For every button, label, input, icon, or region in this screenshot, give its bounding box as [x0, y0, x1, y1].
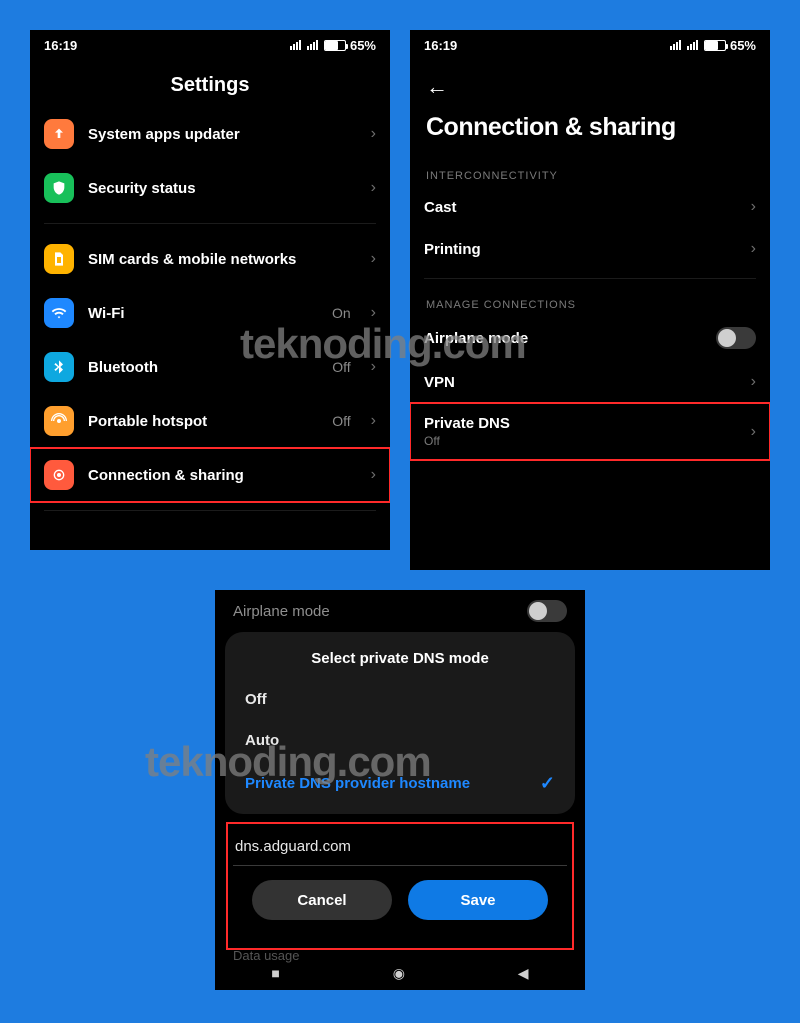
- row-label: Portable hotspot: [88, 413, 318, 430]
- recent-apps-icon[interactable]: ■: [271, 965, 279, 981]
- settings-screen: 16:19 65% Settings System apps updater ›…: [30, 30, 390, 550]
- arrow-up-icon: [44, 119, 74, 149]
- battery-icon: [324, 40, 346, 51]
- wifi-icon: [44, 298, 74, 328]
- settings-row-security-status[interactable]: Security status ›: [30, 161, 390, 215]
- row-airplane-mode[interactable]: Airplane mode: [410, 315, 770, 361]
- chevron-right-icon: ›: [371, 125, 376, 143]
- dns-option-hostname[interactable]: Private DNS provider hostname ✓: [243, 761, 557, 806]
- section-label: MANAGE CONNECTIONS: [410, 287, 770, 315]
- settings-row-system-apps-updater[interactable]: System apps updater ›: [30, 107, 390, 161]
- chevron-right-icon: ›: [371, 250, 376, 268]
- status-right: 65%: [670, 38, 756, 53]
- home-icon[interactable]: ◉: [393, 965, 405, 982]
- chevron-right-icon: ›: [371, 358, 376, 376]
- row-label: Cast: [424, 199, 737, 216]
- row-vpn[interactable]: VPN ›: [410, 361, 770, 403]
- row-private-dns[interactable]: Private DNS Off ›: [410, 403, 770, 460]
- status-bar: 16:19 65%: [30, 30, 390, 60]
- row-sub-label: Off: [424, 434, 737, 448]
- settings-row-bluetooth[interactable]: Bluetooth Off ›: [30, 340, 390, 394]
- row-label: Connection & sharing: [88, 467, 357, 484]
- row-label: Printing: [424, 241, 737, 258]
- divider: [44, 510, 376, 511]
- row-label: SIM cards & mobile networks: [88, 251, 357, 268]
- back-icon[interactable]: ◀: [518, 965, 529, 982]
- toggle-off: [527, 600, 567, 622]
- section-label: INTERCONNECTIVITY: [410, 158, 770, 186]
- settings-row-connection-sharing[interactable]: Connection & sharing ›: [30, 448, 390, 502]
- row-label: VPN: [424, 374, 737, 391]
- hotspot-icon: [44, 406, 74, 436]
- chevron-right-icon: ›: [751, 423, 756, 441]
- arrow-left-icon: ←: [426, 74, 448, 99]
- row-label: System apps updater: [88, 126, 357, 143]
- page-title: Connection & sharing: [410, 103, 770, 158]
- chevron-right-icon: ›: [371, 412, 376, 430]
- divider: [44, 223, 376, 224]
- signal-icon: [670, 40, 681, 50]
- clock: 16:19: [44, 38, 77, 53]
- row-cast[interactable]: Cast ›: [410, 186, 770, 228]
- shield-icon: [44, 173, 74, 203]
- settings-row-hotspot[interactable]: Portable hotspot Off ›: [30, 394, 390, 448]
- chevron-right-icon: ›: [371, 466, 376, 484]
- option-label: Off: [245, 691, 267, 708]
- status-right: 65%: [290, 38, 376, 53]
- row-value: Off: [332, 413, 350, 429]
- toggle-off[interactable]: [716, 327, 756, 349]
- dns-option-auto[interactable]: Auto: [243, 720, 557, 761]
- dns-hostname-input[interactable]: [233, 832, 567, 866]
- back-button[interactable]: ←: [410, 60, 770, 103]
- divider: [424, 278, 756, 279]
- row-label: Private DNS: [424, 415, 737, 432]
- chevron-right-icon: ›: [751, 240, 756, 258]
- sheet-title: Select private DNS mode: [243, 646, 557, 679]
- bluetooth-icon: [44, 352, 74, 382]
- option-label: Private DNS provider hostname: [245, 775, 470, 792]
- battery-icon: [704, 40, 726, 51]
- page-title: Settings: [30, 60, 390, 107]
- cancel-button[interactable]: Cancel: [252, 880, 392, 920]
- row-label: Airplane mode: [233, 603, 330, 620]
- dimmed-airplane-row: Airplane mode: [215, 590, 585, 628]
- row-label: Wi-Fi: [88, 305, 318, 322]
- battery-pct: 65%: [730, 38, 756, 53]
- share-icon: [44, 460, 74, 490]
- clock: 16:19: [424, 38, 457, 53]
- sim-icon: [44, 244, 74, 274]
- row-label: Bluetooth: [88, 359, 318, 376]
- settings-row-sim[interactable]: SIM cards & mobile networks ›: [30, 232, 390, 286]
- android-nav-bar: ■ ◉ ◀: [215, 956, 585, 990]
- dns-mode-sheet: Select private DNS mode Off Auto Private…: [225, 632, 575, 814]
- chevron-right-icon: ›: [751, 198, 756, 216]
- dns-hostname-input-wrap: [225, 822, 575, 866]
- private-dns-dialog-screen: Airplane mode Select private DNS mode Of…: [215, 590, 585, 990]
- row-value: Off: [332, 359, 350, 375]
- chevron-right-icon: ›: [371, 179, 376, 197]
- dialog-buttons: Cancel Save: [225, 880, 575, 920]
- row-label: Security status: [88, 180, 357, 197]
- signal-icon: [290, 40, 301, 50]
- status-bar: 16:19 65%: [410, 30, 770, 60]
- row-label: Airplane mode: [424, 330, 702, 347]
- signal-icon: [687, 40, 698, 50]
- signal-icon: [307, 40, 318, 50]
- check-icon: ✓: [540, 773, 555, 794]
- chevron-right-icon: ›: [751, 373, 756, 391]
- chevron-right-icon: ›: [371, 304, 376, 322]
- option-label: Auto: [245, 732, 279, 749]
- row-printing[interactable]: Printing ›: [410, 228, 770, 270]
- connection-sharing-screen: 16:19 65% ← Connection & sharing INTERCO…: [410, 30, 770, 570]
- row-value: On: [332, 305, 351, 321]
- save-button[interactable]: Save: [408, 880, 548, 920]
- settings-row-wifi[interactable]: Wi-Fi On ›: [30, 286, 390, 340]
- battery-pct: 65%: [350, 38, 376, 53]
- dns-option-off[interactable]: Off: [243, 679, 557, 720]
